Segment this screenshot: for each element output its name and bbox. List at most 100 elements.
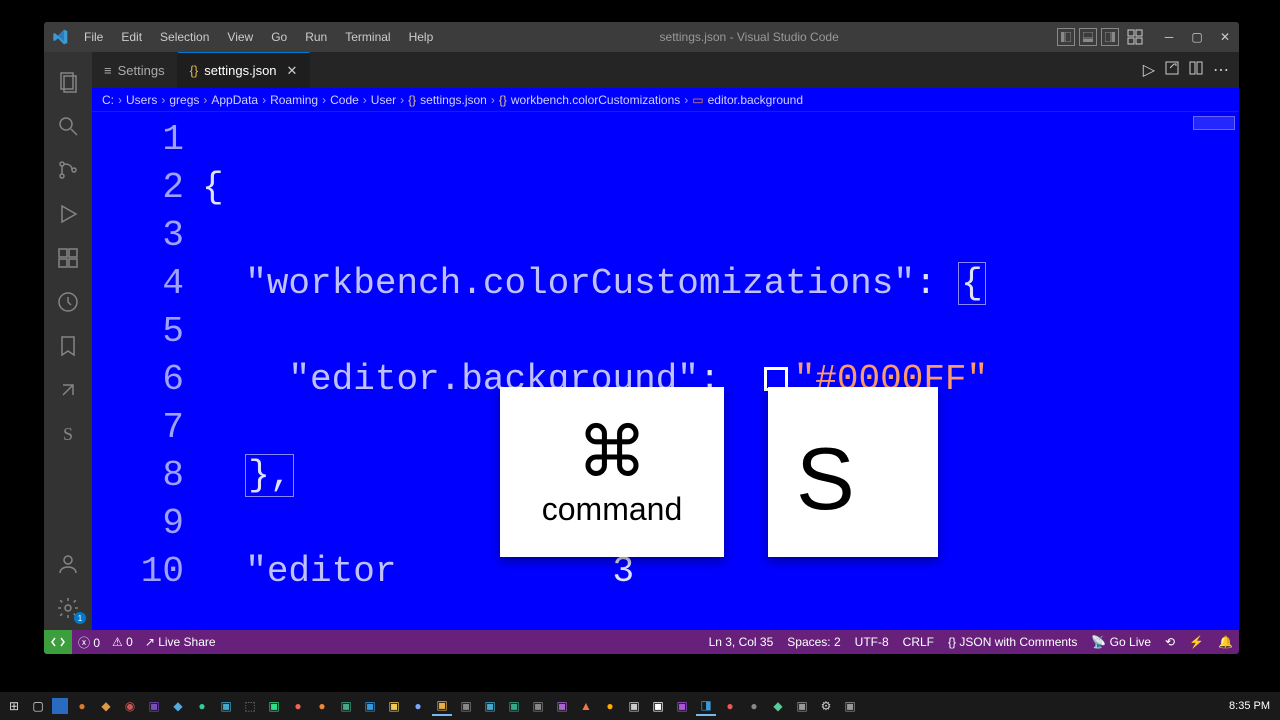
taskbar-app-icon[interactable] [52,698,68,714]
task-view-icon[interactable]: ▢ [28,696,48,716]
menu-run[interactable]: Run [297,26,335,48]
layout-left-icon[interactable] [1057,28,1075,46]
run-debug-icon[interactable] [44,192,92,236]
tab-settings-json[interactable]: {} settings.json ✕ [178,52,311,88]
taskbar-app-icon[interactable]: ▣ [528,696,548,716]
more-actions-icon[interactable]: ⋯ [1213,60,1229,80]
breadcrumb-item[interactable]: C: [102,93,114,107]
taskbar-app-icon[interactable]: ● [744,696,764,716]
taskbar-app-icon[interactable]: ▣ [432,696,452,716]
play-icon[interactable]: ▷ [1143,60,1155,80]
taskbar-app-icon[interactable]: ▣ [504,696,524,716]
close-tab-icon[interactable]: ✕ [287,63,298,79]
language-mode[interactable]: {} JSON with Comments [948,635,1077,649]
taskbar-app-icon[interactable]: ◉ [120,696,140,716]
remote-indicator[interactable] [44,630,72,654]
breadcrumb-item[interactable]: Users [126,93,157,107]
breadcrumb-item[interactable]: gregs [169,93,199,107]
customize-layout-icon[interactable] [1127,29,1143,45]
taskbar-app-icon[interactable]: ▣ [336,696,356,716]
explorer-icon[interactable] [44,60,92,104]
taskbar-app-icon[interactable]: ● [408,696,428,716]
taskbar-app-icon[interactable]: ▣ [624,696,644,716]
tab-settings[interactable]: ≡ Settings [92,52,178,88]
taskbar-app-icon[interactable]: ● [72,696,92,716]
breadcrumbs[interactable]: C:› Users› gregs› AppData› Roaming› Code… [92,88,1239,112]
json-object-icon: {} [499,93,507,107]
breadcrumb-item[interactable]: Code [330,93,359,107]
taskbar-app-icon[interactable]: ◆ [168,696,188,716]
taskbar-app-icon[interactable]: ● [312,696,332,716]
errors-count[interactable]: ⓧ 0 [78,634,100,651]
taskbar-clock[interactable]: 8:35 PM [1223,700,1276,712]
editor-area[interactable]: 1 2 3 4 5 6 7 8 9 10 { "workbench.colorC… [92,112,1239,630]
layout-bottom-icon[interactable] [1079,28,1097,46]
taskbar-app-icon[interactable]: ▣ [216,696,236,716]
breadcrumb-item[interactable]: editor.background [708,93,803,107]
taskbar-app-icon[interactable]: ▣ [648,696,668,716]
menu-go[interactable]: Go [263,26,295,48]
menu-file[interactable]: File [76,26,111,48]
encoding[interactable]: UTF-8 [855,635,889,649]
menu-help[interactable]: Help [401,26,442,48]
taskbar-app-icon[interactable]: ▣ [552,696,572,716]
chevron-right-icon: › [203,93,207,107]
accounts-icon[interactable] [44,542,92,586]
source-control-icon[interactable] [44,148,92,192]
indentation[interactable]: Spaces: 2 [787,635,840,649]
go-live-button[interactable]: 📡 Go Live [1091,635,1151,649]
sync-icon[interactable]: ⟲ [1165,635,1175,649]
taskbar-app-icon[interactable]: ▣ [480,696,500,716]
start-button[interactable]: ⊞ [4,696,24,716]
extensions-icon[interactable] [44,236,92,280]
timeline-icon[interactable] [44,280,92,324]
taskbar-app-icon[interactable]: ● [600,696,620,716]
search-icon[interactable] [44,104,92,148]
live-share-icon[interactable] [44,368,92,412]
bookmark-icon[interactable] [44,324,92,368]
minimap[interactable] [1193,116,1235,130]
taskbar-app-icon[interactable]: ▣ [672,696,692,716]
breadcrumb-item[interactable]: settings.json [420,93,487,107]
close-button[interactable]: ✕ [1211,22,1239,52]
taskbar-app-icon[interactable]: ◆ [768,696,788,716]
menu-terminal[interactable]: Terminal [337,26,398,48]
breadcrumb-item[interactable]: Roaming [270,93,318,107]
warnings-count[interactable]: ⚠ 0 [112,635,133,649]
menu-selection[interactable]: Selection [152,26,217,48]
taskbar-app-icon[interactable]: ● [288,696,308,716]
taskbar-app-icon[interactable]: ◆ [96,696,116,716]
taskbar-app-icon[interactable]: ▣ [456,696,476,716]
live-share-button[interactable]: ↗ Live Share [145,635,216,649]
taskbar-app-icon[interactable]: ▣ [792,696,812,716]
s-key-glyph: S [796,428,855,530]
settings-gear-icon[interactable]: 1 [44,586,92,630]
minimize-button[interactable]: ─ [1155,22,1183,52]
layout-right-icon[interactable] [1101,28,1119,46]
split-editor-icon[interactable] [1189,61,1203,80]
letter-s-icon[interactable]: S [44,412,92,456]
breadcrumb-item[interactable]: User [371,93,396,107]
taskbar-app-icon[interactable]: ▣ [384,696,404,716]
taskbar-app-icon[interactable]: ⬚ [240,696,260,716]
breadcrumb-item[interactable]: AppData [211,93,258,107]
taskbar-vscode-icon[interactable]: ◨ [696,696,716,716]
menu-edit[interactable]: Edit [113,26,150,48]
prettier-icon[interactable]: ⚡ [1189,635,1204,649]
taskbar-app-icon[interactable]: ▣ [144,696,164,716]
open-settings-json-icon[interactable] [1165,61,1179,80]
taskbar-app-icon[interactable]: ▣ [360,696,380,716]
maximize-button[interactable]: ▢ [1183,22,1211,52]
menu-view[interactable]: View [219,26,261,48]
taskbar-app-icon[interactable]: ⚙ [816,696,836,716]
window-controls: ─ ▢ ✕ [1155,22,1239,52]
breadcrumb-item[interactable]: workbench.colorCustomizations [511,93,680,107]
taskbar-app-icon[interactable]: ● [192,696,212,716]
taskbar-app-icon[interactable]: ▣ [840,696,860,716]
cursor-position[interactable]: Ln 3, Col 35 [709,635,774,649]
eol[interactable]: CRLF [903,635,934,649]
taskbar-app-icon[interactable]: ▣ [264,696,284,716]
taskbar-app-icon[interactable]: ▲ [576,696,596,716]
taskbar-app-icon[interactable]: ● [720,696,740,716]
notifications-icon[interactable]: 🔔 [1218,635,1233,649]
